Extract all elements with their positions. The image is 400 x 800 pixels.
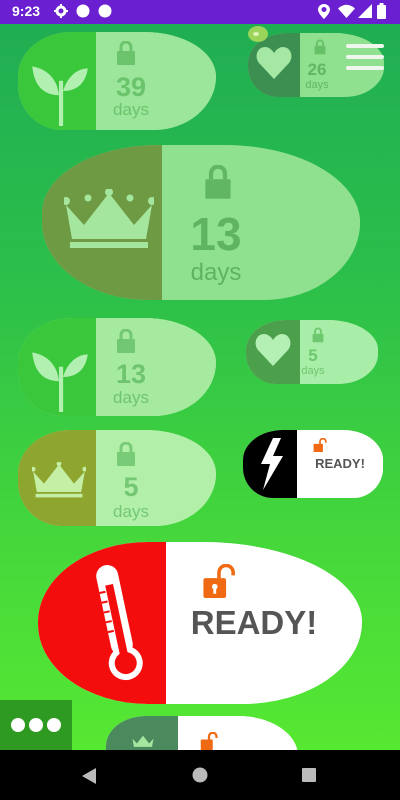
menu-button[interactable] xyxy=(344,42,386,74)
card-icon-panel xyxy=(243,430,297,498)
card-info-panel: READY! xyxy=(166,542,362,704)
days-label: days xyxy=(305,79,329,91)
signal-icon xyxy=(358,4,372,18)
unlocked-icon xyxy=(200,732,218,750)
more-options-icon xyxy=(11,718,25,732)
heart-icon xyxy=(256,47,292,79)
status-bar: 9:23 xyxy=(0,0,400,24)
lock-icon xyxy=(117,329,135,353)
challenge-card-crown[interactable]: 5 days xyxy=(18,430,216,526)
challenge-card-heart[interactable]: 5 days xyxy=(246,320,378,384)
card-icon-panel xyxy=(246,320,300,384)
crown-icon xyxy=(64,189,154,248)
back-icon[interactable] xyxy=(82,768,96,784)
unlocked-icon xyxy=(203,564,235,598)
lock-icon xyxy=(312,327,324,343)
days-label: days xyxy=(301,365,325,377)
plant-icon xyxy=(32,352,88,412)
card-info-panel: READY! xyxy=(297,430,383,498)
ready-status: READY! xyxy=(315,456,365,471)
days-label: days xyxy=(113,100,149,119)
crown-icon xyxy=(132,735,154,747)
days-count: 13 xyxy=(190,208,242,260)
navigation-bar xyxy=(0,750,400,800)
lock-icon xyxy=(117,442,135,466)
days-count: 5 xyxy=(123,472,139,502)
card-info-panel: 39 days xyxy=(96,32,216,130)
status-time: 9:23 xyxy=(12,3,41,19)
days-count: 5 xyxy=(308,346,318,365)
challenge-card-plant[interactable]: 13 days xyxy=(18,318,216,416)
challenge-card-thermometer[interactable]: READY! xyxy=(38,542,362,704)
home-icon[interactable] xyxy=(192,767,208,783)
wifi-icon xyxy=(338,4,355,18)
card-icon-panel xyxy=(38,542,166,704)
challenge-card-lightning[interactable]: READY! xyxy=(243,430,383,498)
card-info-panel: 5 days xyxy=(300,320,378,384)
days-count: 39 xyxy=(115,72,147,102)
thermometer-icon xyxy=(96,565,143,681)
card-info-panel: 13 days xyxy=(162,145,360,300)
days-label: days xyxy=(113,388,149,407)
app-screen: 9:23 39 days 26 days 13 days 13 days 5 d… xyxy=(0,0,400,800)
plant-icon xyxy=(32,66,88,126)
notification-dot-icon xyxy=(76,4,90,18)
lock-icon xyxy=(117,41,135,65)
card-info-panel: 13 days xyxy=(96,318,216,416)
heart-icon xyxy=(255,334,291,366)
leaf-badge-icon xyxy=(248,26,268,42)
challenge-card-plant[interactable]: 39 days xyxy=(18,32,216,130)
location-icon xyxy=(318,4,330,19)
card-info-panel: 5 days xyxy=(96,430,216,526)
card-icon-panel xyxy=(18,430,96,526)
card-icon-panel xyxy=(18,32,96,130)
card-icon-panel xyxy=(42,145,162,300)
lock-icon xyxy=(314,39,326,55)
hamburger-menu-icon xyxy=(346,44,384,48)
settings-icon xyxy=(54,4,68,18)
recents-icon[interactable] xyxy=(302,768,316,782)
notification-dot-icon xyxy=(98,4,112,18)
days-label: days xyxy=(113,502,149,521)
challenge-card-crown[interactable]: 13 days xyxy=(42,145,360,300)
days-label: days xyxy=(190,259,242,286)
lock-icon xyxy=(205,165,231,199)
lightning-icon xyxy=(261,438,283,490)
crown-icon xyxy=(32,462,86,498)
ready-status: READY! xyxy=(190,604,318,641)
days-count: 26 xyxy=(307,60,327,79)
more-options-button[interactable] xyxy=(0,700,72,750)
card-icon-panel xyxy=(18,318,96,416)
battery-icon xyxy=(377,3,386,19)
unlocked-icon xyxy=(313,438,327,452)
days-count: 13 xyxy=(115,359,147,389)
